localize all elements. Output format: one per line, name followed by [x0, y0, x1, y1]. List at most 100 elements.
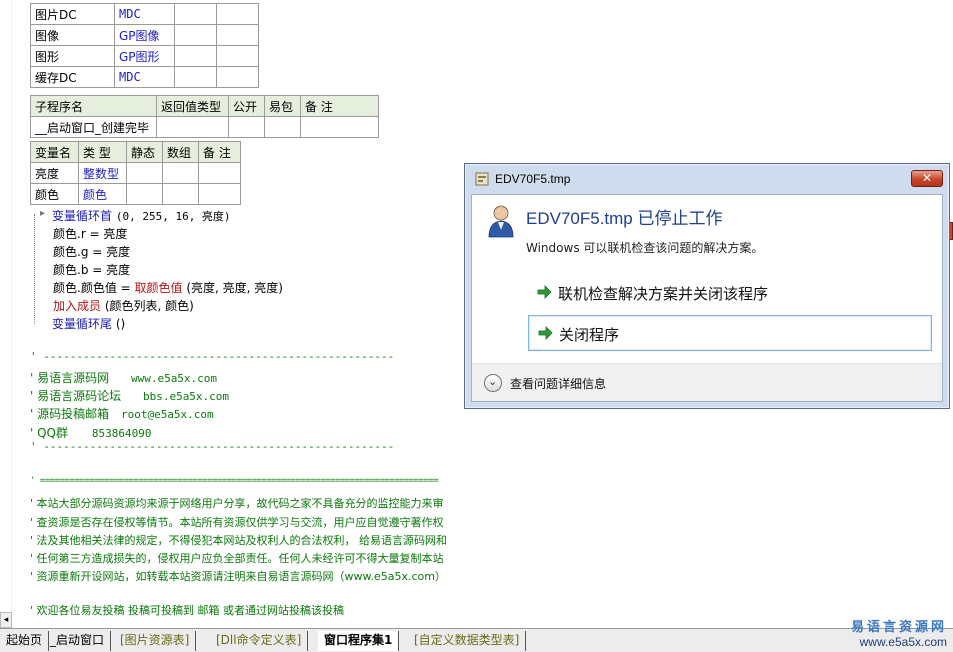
green-arrow-icon — [537, 285, 552, 299]
watermark-name: 易语言资源网 — [850, 620, 947, 635]
code-line[interactable]: 变量循环尾 () — [52, 315, 125, 332]
column-header: 公开 — [228, 95, 265, 117]
table-cell[interactable]: 图像 — [30, 24, 115, 46]
table-cell[interactable] — [216, 3, 259, 25]
table-cell[interactable] — [174, 66, 217, 88]
scroll-left-button[interactable]: ◂ — [0, 612, 12, 628]
comment-line[interactable]: ' --------------------------------------… — [30, 440, 394, 453]
comment-line[interactable]: ' 法及其他相关法律的规定，不得侵犯本网站及权利人的合法权利， 给易语言源码网和 — [30, 532, 447, 548]
comment-line[interactable]: ' 资源重新开设网站，如转载本站资源请注明来自易语言源码网（www.e5a5x.… — [30, 568, 446, 584]
tab-label: 窗口程序集1 — [324, 633, 393, 647]
watermark-url: www.e5a5x.com — [859, 635, 947, 649]
table-cell[interactable] — [300, 116, 379, 138]
table-row: __启动窗口_创建完毕 — [30, 116, 379, 138]
table-cell[interactable] — [126, 183, 163, 205]
tab-label: [Dll命令定义表] — [216, 633, 302, 647]
close-icon: ✕ — [921, 171, 933, 185]
local-variable-table: 变量名 类 型 静态 数组 备 注 亮度 整数型 颜色 颜色 — [30, 141, 241, 205]
table-cell[interactable] — [174, 3, 217, 25]
watermark-logo: 易语言资源网 www.e5a5x.com — [851, 616, 947, 649]
table-row: 图像 GP图像 — [30, 24, 259, 46]
comment-line[interactable]: ' QQ群 853864090 — [30, 424, 151, 441]
code-line[interactable]: 加入成员 (颜色列表, 颜色) — [53, 297, 194, 314]
table-cell[interactable] — [264, 116, 301, 138]
code-line[interactable]: 变量循环首 (0, 255, 16, 亮度) — [52, 207, 231, 224]
check-online-option[interactable]: 联机检查解决方案并关闭该程序 — [528, 275, 932, 311]
table-cell[interactable]: MDC — [114, 66, 175, 88]
tab-startup-window[interactable]: _启动窗口 — [44, 631, 112, 651]
table-cell[interactable]: GP图像 — [114, 24, 175, 46]
close-program-label: 关闭程序 — [559, 326, 620, 344]
table-cell[interactable]: GP图形 — [114, 45, 175, 67]
table-cell[interactable] — [156, 116, 229, 138]
table-cell[interactable]: 缓存DC — [30, 66, 115, 88]
comment-line[interactable]: ' 本站大部分源码资源均来源于网络用户分享，故代码之家不具备充分的监控能力来审 — [30, 495, 444, 511]
tab-image-resources[interactable]: [图片资源表] — [114, 631, 197, 651]
table-cell[interactable] — [216, 66, 259, 88]
table-row: 颜色 颜色 — [30, 183, 241, 205]
comment-line[interactable]: ' 欢迎各位易友投稿 投稿可投稿到 邮箱 或者通过网站投稿该投稿 — [30, 602, 344, 618]
table-cell[interactable] — [162, 162, 199, 184]
table-cell[interactable] — [174, 45, 217, 67]
table-header-row: 子程序名 返回值类型 公开 易包 备 注 — [30, 95, 379, 117]
dialog-titlebar[interactable]: EDV70F5.tmp ✕ — [465, 164, 949, 192]
close-button[interactable]: ✕ — [911, 170, 943, 187]
comment-line[interactable]: ' 源码投稿邮箱 root@e5a5x.com — [30, 405, 214, 422]
table-cell[interactable] — [162, 183, 199, 205]
table-header-row: 变量名 类 型 静态 数组 备 注 — [30, 141, 241, 163]
table-cell[interactable]: 整数型 — [78, 162, 127, 184]
expand-details-button[interactable]: ⌄ — [484, 374, 502, 392]
comment-line[interactable]: ' 易语言源码网 www.e5a5x.com — [30, 369, 217, 386]
comment-line[interactable]: ' 查资源是否存在侵权等情节。本站所有资源仅供学习与交流，用户应自觉遵守著作权 — [30, 514, 444, 530]
column-header: 返回值类型 — [156, 95, 229, 117]
code-line[interactable]: 颜色.颜色值 = 取颜色值 (亮度, 亮度, 亮度) — [53, 279, 283, 296]
column-header: 易包 — [264, 95, 301, 117]
tab-custom-data-types[interactable]: [自定义数据类型表] — [408, 631, 527, 651]
dialog-description: Windows 可以联机检查该问题的解决方案。 — [526, 241, 764, 255]
comment-text: ' 易语言源码论坛 — [30, 389, 122, 403]
table-cell[interactable]: 图形 — [30, 45, 115, 67]
column-header: 数组 — [162, 141, 199, 163]
tab-label: 起始页 — [6, 633, 43, 647]
table-cell[interactable]: 颜色 — [30, 183, 79, 205]
table-cell[interactable] — [174, 24, 217, 46]
comment-text: ' 源码投稿邮箱 — [30, 407, 110, 421]
code-line[interactable]: 颜色.r = 亮度 — [53, 225, 127, 242]
table-cell[interactable]: 亮度 — [30, 162, 79, 184]
comment-line[interactable]: ' ======================================… — [30, 476, 439, 486]
user-icon — [488, 205, 514, 238]
table-cell[interactable] — [198, 162, 241, 184]
table-cell[interactable] — [198, 183, 241, 205]
subroutine-name-cell[interactable]: __启动窗口_创建完毕 — [30, 116, 157, 138]
table-cell[interactable]: MDC — [114, 3, 175, 25]
table-cell[interactable] — [216, 45, 259, 67]
table-cell[interactable] — [228, 116, 265, 138]
code-line[interactable]: 颜色.g = 亮度 — [53, 243, 130, 260]
table-row: 缓存DC MDC — [30, 66, 259, 88]
comment-url: www.e5a5x.com — [130, 372, 218, 385]
loop-start-args: (0, 255, 16, 亮度) — [115, 210, 231, 223]
subroutine-table: 子程序名 返回值类型 公开 易包 备 注 __启动窗口_创建完毕 — [30, 95, 379, 138]
table-row: 图片DC MDC — [30, 3, 259, 25]
comment-url: bbs.e5a5x.com — [142, 390, 230, 403]
column-header: 备 注 — [198, 141, 241, 163]
comment-text: ' QQ群 — [30, 426, 69, 440]
dialog-footer: ⌄ 查看问题详细信息 — [472, 363, 942, 401]
code-line[interactable]: 颜色.b = 亮度 — [53, 261, 130, 278]
tab-dll-commands[interactable]: [Dll命令定义表] — [210, 631, 309, 651]
document-tab-bar: 起始页 _启动窗口 [图片资源表] [Dll命令定义表] 窗口程序集1 [自定义… — [0, 628, 953, 652]
comment-line[interactable]: ' 任何第三方造成损失的，侵权用户应负全部责任。任何人未经许可不得大量复制本站 — [30, 550, 444, 566]
view-details-link[interactable]: 查看问题详细信息 — [510, 375, 606, 392]
code-text: (亮度, 亮度, 亮度) — [182, 281, 283, 295]
tab-window-assembly[interactable]: 窗口程序集1 — [318, 631, 400, 651]
table-cell[interactable] — [126, 162, 163, 184]
dialog-heading: EDV70F5.tmp 已停止工作 — [526, 209, 723, 228]
close-program-option[interactable]: 关闭程序 — [528, 315, 932, 351]
comment-line[interactable]: ' --------------------------------------… — [30, 350, 394, 363]
table-cell[interactable]: 图片DC — [30, 3, 115, 25]
table-cell[interactable]: 颜色 — [78, 183, 127, 205]
comment-line[interactable]: ' 易语言源码论坛 bbs.e5a5x.com — [30, 387, 229, 404]
tab-start-page[interactable]: 起始页 — [0, 631, 50, 651]
function-name: 取颜色值 — [134, 281, 183, 295]
table-cell[interactable] — [216, 24, 259, 46]
